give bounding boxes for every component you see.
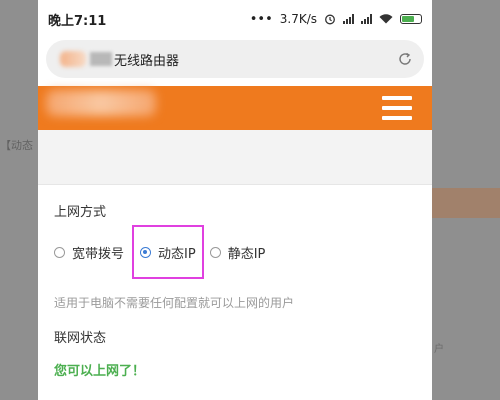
connection-type-label: 上网方式 [54,205,107,220]
network-speed: 3.7K/s [279,12,317,26]
notification-dots: ••• [249,11,273,27]
background-page-hint: 户 [434,344,444,355]
network-status-message: 您可以上网了！ [54,364,146,379]
radio-label: 动态IP [158,246,196,262]
redacted-brand [90,52,112,66]
network-status-label: 联网状态 [54,331,107,346]
phone-screen: 晚上7:11 ••• 3.7K/s 无线路由器 上网方式 宽带拨号 动态IP 静… [38,0,432,400]
site-favicon [60,51,86,67]
radio-dynamic-ip[interactable]: 动态IP [140,243,196,262]
selection-highlight-box: 动态IP [132,225,204,279]
radio-button-selected-icon [140,246,152,258]
browser-toolbar: 无线路由器 [38,38,432,86]
status-bar: 晚上7:11 ••• 3.7K/s [38,0,432,38]
signal-icon [343,14,354,24]
radio-button-icon [54,246,65,258]
radio-pppoe[interactable]: 宽带拨号 [54,243,124,262]
connection-type-group: 宽带拨号 动态IP 静态IP [54,225,416,279]
connection-description: 适用于电脑不需要任何配置就可以上网的用户 [54,296,295,310]
wifi-icon [379,14,393,24]
reload-icon[interactable] [396,50,414,68]
address-bar[interactable]: 无线路由器 [46,40,424,78]
radio-label: 静态IP [227,246,266,262]
router-header [38,86,432,130]
alarm-icon [325,14,335,25]
background-page-text: 【动态 [0,139,33,152]
status-time: 晚上7:11 [48,13,107,29]
redacted-logo [46,90,156,116]
radio-label: 宽带拨号 [72,246,125,262]
hamburger-menu-icon[interactable] [382,96,412,120]
background-page-header [432,188,500,218]
spacer [38,130,432,185]
battery-icon [400,14,422,24]
signal-icon-2 [361,14,372,24]
page-title: 无线路由器 [114,53,180,69]
radio-static-ip[interactable]: 静态IP [209,243,266,262]
radio-button-icon [209,246,221,258]
settings-card: 上网方式 宽带拨号 动态IP 静态IP 适用于电脑不需要任何配置就可以上网的用户… [38,185,432,400]
